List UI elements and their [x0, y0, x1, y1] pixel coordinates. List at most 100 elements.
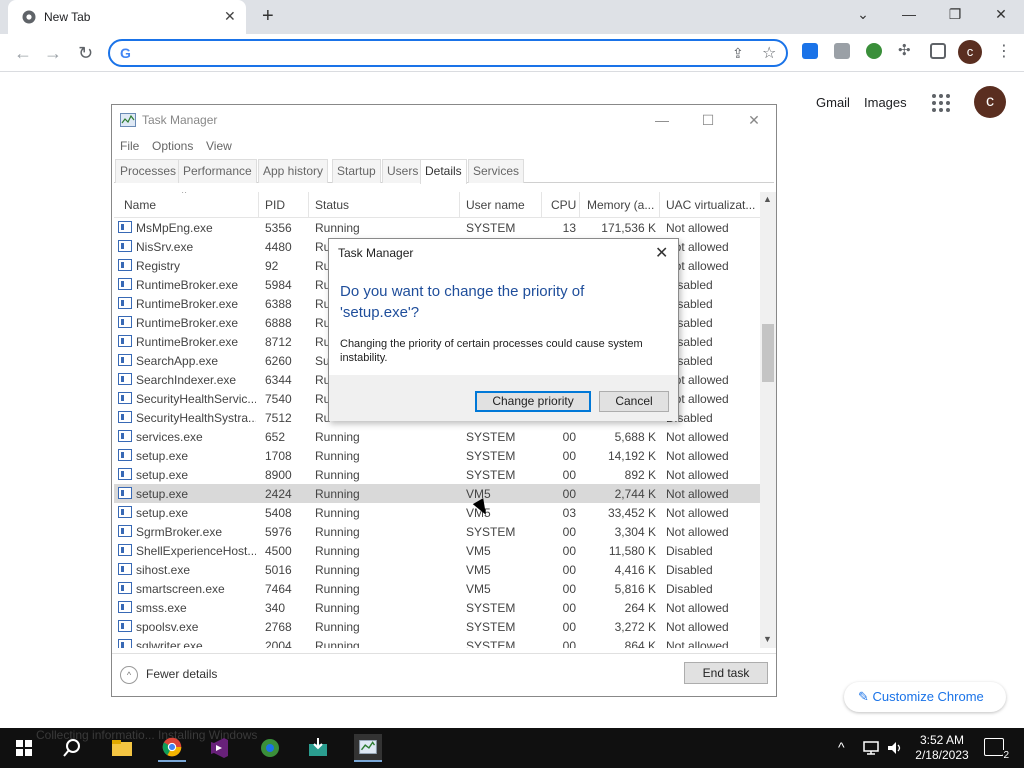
restore-button[interactable]: ❐	[940, 6, 970, 26]
google-apps-icon[interactable]	[932, 94, 950, 112]
cell-uac: Disabled	[666, 278, 713, 292]
table-row[interactable]: setup.exe 5408 Running VM5 03 33,452 K Not all…	[114, 503, 760, 522]
globe-app-icon[interactable]	[256, 734, 284, 762]
cell-name: SearchIndexer.exe	[136, 373, 237, 387]
tab-strip: New Tab ✕ + ⌄ — ❐ ✕	[0, 0, 1024, 34]
file-explorer-icon[interactable]	[108, 734, 136, 762]
cell-pid: 340	[265, 601, 286, 615]
bookmark-star-icon[interactable]: ☆	[762, 43, 776, 63]
side-panel-icon[interactable]	[930, 43, 946, 59]
tab-users[interactable]: Users	[382, 159, 424, 183]
windows-start-icon[interactable]	[10, 734, 38, 762]
menu-view[interactable]: View	[206, 139, 232, 153]
cell-pid: 4480	[265, 240, 292, 254]
search-icon[interactable]	[58, 734, 86, 762]
profile-avatar[interactable]: c	[958, 40, 982, 64]
menu-options[interactable]: Options	[152, 139, 193, 153]
share-icon[interactable]: ⇪	[732, 45, 744, 62]
change-priority-button[interactable]: Change priority	[475, 391, 591, 412]
cell-pid: 7540	[265, 392, 292, 406]
cell-status: Running	[315, 639, 360, 648]
tab-startup[interactable]: Startup	[332, 159, 381, 183]
table-row[interactable]: MsMpEng.exe 5356 Running SYSTEM 13 171,536 K N…	[114, 218, 760, 237]
vertical-scrollbar[interactable]: ▲ ▼	[760, 192, 776, 648]
tab-services[interactable]: Services	[468, 159, 525, 183]
cell-cpu: 00	[562, 582, 576, 596]
volume-icon[interactable]	[886, 740, 904, 756]
account-avatar[interactable]: c	[974, 86, 1006, 118]
pencil-icon: ✎	[858, 689, 873, 704]
cell-uac: Not allowed	[666, 601, 729, 615]
process-icon	[118, 297, 132, 309]
visual-studio-icon[interactable]	[206, 734, 234, 762]
cell-cpu: 00	[562, 487, 576, 501]
table-row[interactable]: setup.exe 2424 Running VM5 00 2,744 K Not allo…	[114, 484, 760, 503]
scroll-down-icon[interactable]: ▼	[763, 634, 772, 644]
end-task-button[interactable]: End task	[684, 662, 768, 684]
chrome-taskbar-icon[interactable]	[158, 734, 186, 762]
cancel-button[interactable]: Cancel	[599, 391, 669, 412]
tm-maximize-button[interactable]: ☐	[694, 109, 722, 131]
table-row[interactable]: setup.exe 8900 Running SYSTEM 00 892 K Not all…	[114, 465, 760, 484]
table-row[interactable]: setup.exe 1708 Running SYSTEM 00 14,192 K Not …	[114, 446, 760, 465]
menu-file[interactable]: File	[120, 139, 139, 153]
tm-minimize-button[interactable]: —	[648, 109, 676, 131]
table-row[interactable]: smss.exe 340 Running SYSTEM 00 264 K Not allow…	[114, 598, 760, 617]
col-uac[interactable]: UAC virtualizat...	[666, 198, 755, 212]
table-row[interactable]: spoolsv.exe 2768 Running SYSTEM 00 3,272 K Not…	[114, 617, 760, 636]
address-bar[interactable]: G ⇪ ☆	[108, 39, 788, 67]
table-row[interactable]: services.exe 652 Running SYSTEM 00 5,688 K Not…	[114, 427, 760, 446]
notification-center-icon[interactable]: 2	[984, 738, 1009, 761]
system-clock[interactable]: 3:52 AM 2/18/2023	[912, 733, 972, 763]
download-extension-icon[interactable]	[802, 43, 818, 59]
task-manager-taskbar-icon[interactable]	[354, 734, 382, 762]
browser-tab[interactable]: New Tab ✕	[8, 0, 246, 34]
customize-chrome-button[interactable]: ✎ Customize Chrome	[844, 682, 1006, 712]
tab-search-icon[interactable]: ⌄	[848, 6, 878, 26]
dialog-close-icon[interactable]: ✕	[655, 243, 668, 263]
col-user[interactable]: User name	[466, 198, 525, 212]
chrome-menu-icon[interactable]: ⋮	[996, 41, 1012, 61]
back-arrow-icon[interactable]: ←	[14, 44, 32, 62]
table-row[interactable]: sqlwriter.exe 2004 Running SYSTEM 00 864 K Not…	[114, 636, 760, 648]
process-icon	[118, 449, 132, 461]
fewer-details-toggle[interactable]: ^ Fewer details	[120, 666, 217, 684]
tab-processes[interactable]: Processes	[115, 159, 182, 183]
cell-name: RuntimeBroker.exe	[136, 297, 239, 311]
col-pid[interactable]: PID	[265, 198, 285, 212]
tab-app-history[interactable]: App history	[258, 159, 329, 183]
col-memory[interactable]: Memory (a...	[587, 198, 654, 212]
images-link[interactable]: Images	[864, 95, 907, 110]
cell-uac: Not allowed	[666, 221, 729, 235]
col-cpu[interactable]: CPU	[551, 198, 576, 212]
globe-extension-icon[interactable]	[866, 43, 882, 59]
table-row[interactable]: SgrmBroker.exe 5976 Running SYSTEM 00 3,304 K…	[114, 522, 760, 541]
new-tab-button[interactable]: +	[262, 6, 274, 26]
tab-performance[interactable]: Performance	[178, 159, 257, 183]
close-button[interactable]: ✕	[986, 6, 1016, 26]
task-manager-titlebar[interactable]: Task Manager — ☐ ✕	[112, 105, 776, 135]
table-row[interactable]: smartscreen.exe 7464 Running VM5 00 5,816 K Di…	[114, 579, 760, 598]
minimize-button[interactable]: —	[894, 6, 924, 26]
cell-name: RuntimeBroker.exe	[136, 335, 239, 349]
show-hidden-icons-icon[interactable]: ^	[838, 739, 845, 755]
scroll-up-icon[interactable]: ▲	[763, 194, 772, 204]
tab-close-icon[interactable]: ✕	[224, 9, 236, 23]
col-status[interactable]: Status	[315, 198, 349, 212]
forward-arrow-icon[interactable]: →	[44, 44, 62, 62]
code-extension-icon[interactable]	[834, 43, 850, 59]
reload-icon[interactable]: ↻	[78, 44, 93, 62]
cell-name: setup.exe	[136, 449, 189, 463]
scroll-thumb[interactable]	[762, 324, 774, 382]
installer-app-icon[interactable]	[304, 734, 332, 762]
tm-close-button[interactable]: ✕	[740, 109, 768, 131]
table-row[interactable]: ShellExperienceHost.... 4500 Running VM5 00 1…	[114, 541, 760, 560]
extensions-puzzle-icon[interactable]: ✣	[898, 41, 914, 59]
col-name[interactable]: Name	[124, 198, 156, 212]
gmail-link[interactable]: Gmail	[816, 95, 850, 110]
cell-pid: 6344	[265, 373, 292, 387]
tab-details[interactable]: Details	[420, 159, 467, 184]
table-row[interactable]: sihost.exe 5016 Running VM5 00 4,416 K Disable…	[114, 560, 760, 579]
cell-name: RuntimeBroker.exe	[136, 316, 239, 330]
network-icon[interactable]	[862, 740, 880, 756]
